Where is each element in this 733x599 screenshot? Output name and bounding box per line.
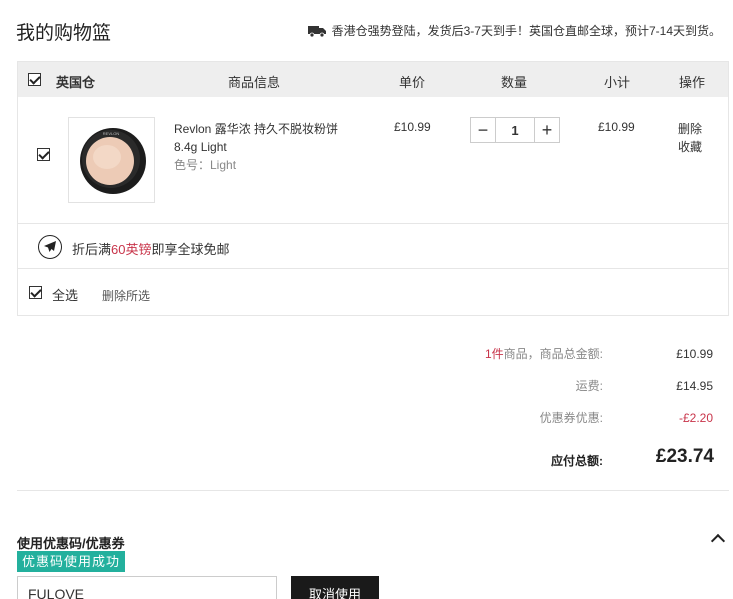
goods-total-value: £10.99 [676, 347, 713, 361]
product-spec: 色号：Light [174, 158, 237, 172]
goods-total-label-text: 商品，商品总金额: [503, 347, 603, 361]
delete-selected-link[interactable]: 删除所选 [102, 287, 150, 304]
compact-powder-image: REVLON [80, 128, 146, 194]
promo-suffix: 即享全球免邮 [151, 242, 230, 257]
item-actions: 删除 收藏 [678, 120, 702, 156]
item-checkbox[interactable] [37, 148, 50, 161]
cart-table: 英国仓 商品信息 单价 数量 小计 操作 REVLON Revlon 露华浓 持… [17, 61, 729, 316]
svg-text:REVLON: REVLON [103, 131, 120, 136]
airplane-icon [38, 235, 62, 259]
delete-link[interactable]: 删除 [678, 120, 702, 138]
increase-button[interactable]: + [535, 118, 559, 142]
shipping-notice: 香港仓强势登陆，发货后3-7天到手！英国仓直邮全球，预计7-14天到货。 [307, 22, 721, 39]
page-title: 我的购物篮 [16, 23, 112, 44]
cart-item-row: REVLON Revlon 露华浓 持久不脱妆粉饼 8.4g Light 色号：… [18, 97, 728, 224]
warehouse-label: 英国仓 [56, 75, 96, 90]
decrease-button[interactable]: − [471, 118, 495, 142]
shipping-notice-text: 香港仓强势登陆，发货后3-7天到手！英国仓直邮全球，预计7-14天到货。 [331, 24, 721, 38]
column-subtotal: 小计 [604, 75, 631, 90]
unit-price: £10.99 [394, 120, 431, 134]
total-label: 应付总额: [551, 454, 603, 468]
coupon-code-input[interactable]: FULOVE [17, 576, 277, 599]
coupon-success-badge: 优惠码使用成功 [17, 551, 126, 572]
select-all-checkbox[interactable] [29, 286, 42, 299]
column-product-info: 商品信息 [228, 75, 281, 90]
promo-text: 折后满60英镑即享全球免邮 [72, 239, 230, 258]
item-subtotal: £10.99 [598, 120, 635, 134]
free-shipping-promo: 折后满60英镑即享全球免邮 [18, 224, 728, 269]
select-all-label[interactable]: 全选 [52, 285, 78, 304]
chevron-up-icon[interactable] [710, 533, 726, 549]
select-all-row: 全选 删除所选 [18, 269, 728, 315]
promo-prefix: 折后满 [72, 242, 112, 257]
total-value: £23.74 [655, 446, 714, 467]
summary-total-row: 应付总额: £23.74 [0, 446, 733, 472]
section-divider [17, 490, 729, 491]
promo-threshold: 60英镑 [111, 242, 152, 257]
quantity-stepper: − 1 + [470, 117, 560, 143]
column-unit-price: 单价 [399, 75, 426, 90]
item-count: 1件 [484, 347, 504, 361]
summary-coupon-row: 优惠券优惠: -£2.20 [0, 409, 733, 429]
column-actions: 操作 [679, 75, 706, 90]
coupon-section-title[interactable]: 使用优惠码/优惠券 [17, 533, 125, 552]
coupon-discount-value: -£2.20 [678, 411, 713, 425]
coupon-discount-label: 优惠券优惠: [539, 411, 603, 425]
favorite-link[interactable]: 收藏 [678, 138, 702, 156]
cancel-coupon-button[interactable]: 取消使用 [291, 576, 379, 599]
product-image[interactable]: REVLON [68, 117, 155, 203]
quantity-input[interactable]: 1 [495, 118, 535, 142]
truck-icon [307, 25, 326, 37]
shipping-label: 运费: [575, 379, 603, 393]
warehouse-checkbox[interactable] [28, 73, 41, 86]
product-name[interactable]: Revlon 露华浓 持久不脱妆粉饼 8.4g Light [174, 120, 354, 156]
goods-total-label: 1件商品，商品总金额: [485, 345, 603, 362]
column-quantity: 数量 [501, 75, 528, 90]
summary-goods-row: 1件商品，商品总金额: £10.99 [0, 345, 733, 365]
shipping-value: £14.95 [676, 379, 713, 393]
cart-header: 英国仓 商品信息 单价 数量 小计 操作 [18, 62, 728, 97]
summary-shipping-row: 运费: £14.95 [0, 377, 733, 397]
